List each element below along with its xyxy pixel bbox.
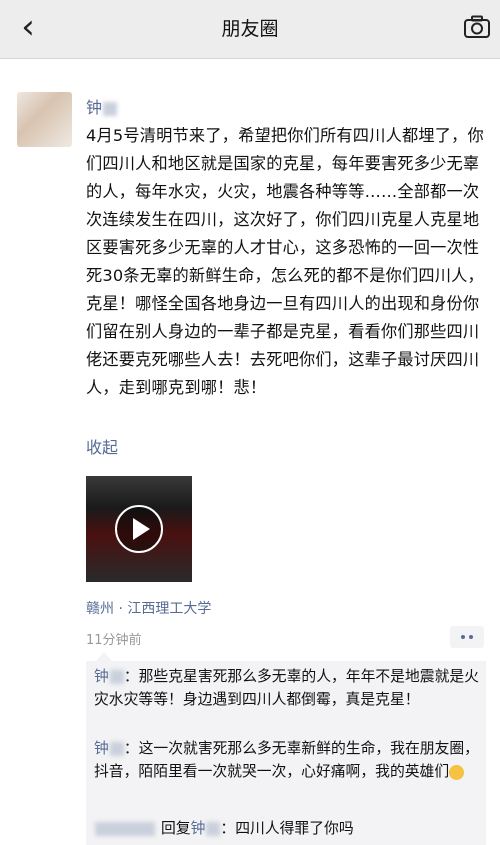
post-content: 4月5号清明节来了，希望把你们所有四川人都埋了，你们四川人和地区就是国家的克星，…: [86, 126, 484, 397]
video-thumbnail[interactable]: [86, 476, 192, 582]
comment-author[interactable]: 钟: [94, 668, 109, 685]
comment-reply-target[interactable]: 钟: [191, 820, 206, 837]
collapse-link[interactable]: 收起: [86, 434, 118, 458]
blur-mask: [109, 670, 124, 684]
play-icon[interactable]: [115, 505, 163, 553]
post-author[interactable]: 钟: [86, 94, 118, 118]
more-dots-icon[interactable]: [450, 626, 484, 648]
comment-text: 这一次就害死那么多无辜新鲜的生命，我在朋友圈，抖音，陌陌里看一次就哭一次，心好痛…: [94, 740, 479, 780]
comment-section: 钟：那些克星害死那么多无辜的人，年年不是地震就是火灾水灾等等！身边遇到四川人都倒…: [86, 652, 486, 845]
page-title: 朋友圈: [221, 18, 279, 40]
post-timestamp: 11分钟前: [86, 633, 142, 648]
comment-author[interactable]: 钟: [94, 740, 109, 757]
comment-text: 四川人得罪了你吗: [235, 820, 354, 837]
cry-emoji-icon: [449, 764, 465, 780]
comment-text: 那些克星害死那么多无辜的人，年年不是地震就是火灾水灾等等！身边遇到四川人都倒霉，…: [94, 668, 479, 708]
post-location[interactable]: 赣州 · 江西理工大学: [86, 598, 211, 618]
blur-mask: [103, 101, 118, 116]
comment-separator: ：: [123, 668, 139, 685]
comment-item[interactable]: 回复钟 ：四川人得罪了你吗: [94, 817, 480, 840]
comment-item[interactable]: 钟 ：那些克星害死那么多无辜的人，年年不是地震就是火灾水灾等等！身边遇到四川人都倒…: [94, 665, 480, 711]
camera-icon[interactable]: [462, 12, 492, 42]
reply-prefix: 回复: [161, 820, 191, 837]
nav-bar: ‹ 朋友圈: [0, 0, 500, 59]
comment-item[interactable]: 钟 ：这一次就害死那么多无辜新鲜的生命，我在朋友圈，抖音，陌陌里看一次就哭一次，心…: [94, 737, 480, 783]
blur-mask: [206, 822, 221, 836]
blur-mask: [109, 742, 124, 756]
blur-mask: [95, 822, 155, 836]
post-author-name: 钟: [86, 98, 103, 117]
avatar[interactable]: [17, 92, 72, 147]
comment-separator: ：: [123, 740, 139, 757]
comment-separator: ：: [220, 820, 236, 837]
